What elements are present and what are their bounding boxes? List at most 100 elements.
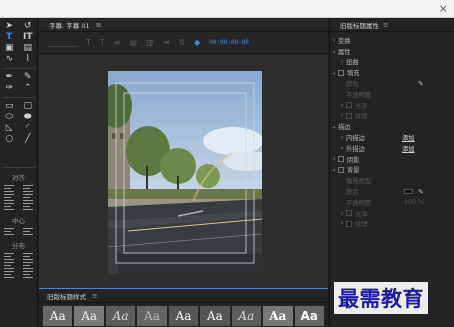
align-text-center-icon[interactable]: ▥ <box>146 38 154 47</box>
eyedropper-icon[interactable]: ✎ <box>418 188 424 196</box>
rectangle-tool-icon[interactable]: ▭ <box>3 102 15 112</box>
title-canvas[interactable] <box>39 55 328 288</box>
fill-checkbox[interactable] <box>338 69 344 76</box>
prop-bg-fill-type[interactable]: 填充类型 <box>330 175 454 186</box>
convert-anchor-tool-icon[interactable]: ⌃ <box>22 84 34 94</box>
background-checkbox[interactable] <box>338 166 344 173</box>
distribute-bottom-icon[interactable] <box>22 271 33 278</box>
prop-distort[interactable]: › 扭曲 <box>330 57 454 68</box>
prop-strokes[interactable]: ⌄ 描边 <box>330 121 454 132</box>
center-horizontal-icon[interactable] <box>4 228 15 235</box>
bg-texture-checkbox[interactable] <box>346 220 352 227</box>
prop-bg-sheen[interactable]: › 光泽 <box>330 208 454 219</box>
background-timecode[interactable]: 00:00:00:00 <box>209 39 249 46</box>
expanded-arrow-icon: ⌄ <box>331 123 337 131</box>
prop-bg-opacity[interactable]: 不透明度 100 % <box>330 197 454 208</box>
vertical-type-tool-icon[interactable]: IT <box>22 33 34 43</box>
prop-shadow[interactable]: › 阴影 <box>330 154 454 165</box>
prop-inner-stroke[interactable]: › 内描边 添加 <box>330 132 454 143</box>
roll-crawl-icon[interactable]: ⇅ <box>178 38 185 47</box>
line-tool-icon[interactable]: ╱ <box>22 135 34 145</box>
arc-tool-icon[interactable]: ◜ <box>22 124 34 134</box>
prop-bg-texture[interactable]: › 纹理 <box>330 219 454 230</box>
distribute-top-icon[interactable] <box>22 253 33 260</box>
font-family-dropdown[interactable] <box>47 39 77 47</box>
prop-fill[interactable]: ⌄ 填充 <box>330 67 454 78</box>
center-vertical-icon[interactable] <box>22 228 33 235</box>
rotation-tool-icon[interactable]: ↺ <box>22 22 34 32</box>
area-type-tool-icon[interactable]: ▣ <box>3 44 15 54</box>
add-inner-stroke-link[interactable]: 添加 <box>402 133 415 142</box>
texture-checkbox[interactable] <box>346 112 352 119</box>
expanded-arrow-icon: ⌄ <box>331 166 337 174</box>
prop-outer-stroke[interactable]: › 外描边 添加 <box>330 143 454 154</box>
collapsed-arrow-icon: › <box>340 220 344 228</box>
eyedropper-icon[interactable]: ✎ <box>418 80 424 88</box>
tab-title-01[interactable]: 字幕: 字幕 01 <box>49 20 90 30</box>
rounded-corner-rectangle-tool-icon[interactable]: ⬬ <box>22 113 34 123</box>
collapsed-arrow-icon: › <box>340 58 344 66</box>
properties-panel-menu-icon[interactable]: ≡ <box>383 21 388 29</box>
style-swatch[interactable]: Aa <box>137 306 167 326</box>
distribute-middle-icon[interactable] <box>22 262 33 269</box>
prop-texture[interactable]: › 纹理 <box>330 111 454 122</box>
prop-transform[interactable]: › 变换 <box>330 35 454 46</box>
align-text-left-icon[interactable]: ▤ <box>129 38 137 47</box>
sheen-checkbox[interactable] <box>346 102 352 109</box>
close-icon[interactable]: × <box>439 2 448 15</box>
style-swatch[interactable]: Aa <box>200 306 230 326</box>
selection-tool-icon[interactable]: ➤ <box>3 22 15 32</box>
title-styles-panel: 旧版标题样式 ≡ Aa Aa Aa Aa Aa Aa Aa Aa Aa <box>39 288 328 327</box>
type-tool-icon[interactable]: T <box>3 33 15 43</box>
style-swatch[interactable]: Aa <box>43 306 73 326</box>
add-anchor-tool-icon[interactable]: ✑ <box>3 84 15 94</box>
distribute-center-icon[interactable] <box>4 262 15 269</box>
vertical-path-type-tool-icon[interactable]: ⌇ <box>22 55 34 65</box>
distribute-left-icon[interactable] <box>4 253 15 260</box>
shadow-checkbox[interactable] <box>338 156 344 163</box>
prop-fill-type[interactable]: 颜色 ✎ <box>330 78 454 89</box>
align-left-icon[interactable] <box>4 185 15 192</box>
panel-menu-icon[interactable]: ≡ <box>96 21 102 29</box>
title-properties-panel: 旧版标题属性 ≡ › 变换 ⌄ 属性 › 扭曲 ⌄ 填充 颜色 ✎ 不透明度 ›… <box>329 18 454 327</box>
rounded-rectangle-tool-icon[interactable]: ▢ <box>22 102 34 112</box>
align-horizontal-center-icon[interactable] <box>4 194 15 201</box>
tab-stops-icon[interactable]: ⇥ <box>163 38 170 47</box>
add-outer-stroke-link[interactable]: 添加 <box>402 144 415 153</box>
pen-tool-icon[interactable]: ✒ <box>3 73 15 83</box>
style-swatch[interactable]: Aa <box>74 306 104 326</box>
style-swatch[interactable]: Aa <box>168 306 199 326</box>
prop-properties[interactable]: ⌄ 属性 <box>330 46 454 57</box>
bg-sheen-checkbox[interactable] <box>346 210 352 217</box>
styles-panel-title: 旧版标题样式 <box>47 292 86 301</box>
vertical-area-type-tool-icon[interactable]: ▤ <box>22 44 34 54</box>
collapsed-arrow-icon: › <box>340 144 344 152</box>
background-video-icon[interactable]: ◆ <box>194 38 200 47</box>
align-top-icon[interactable] <box>22 185 33 192</box>
styles-panel-menu-icon[interactable]: ≡ <box>92 292 97 300</box>
style-swatch[interactable]: Aa <box>231 306 262 326</box>
prop-background[interactable]: ⌄ 背景 <box>330 165 454 176</box>
distribute-right-icon[interactable] <box>4 271 15 278</box>
ellipse-tool-icon[interactable]: ○ <box>3 135 15 145</box>
style-swatch[interactable]: Aa <box>263 306 293 326</box>
font-size-icon[interactable]: T <box>86 38 91 47</box>
align-right-icon[interactable] <box>4 203 15 210</box>
bg-color-swatch[interactable] <box>404 189 413 195</box>
align-bottom-icon[interactable] <box>22 203 33 210</box>
wedge-tool-icon[interactable]: ◺ <box>3 124 15 134</box>
delete-anchor-tool-icon[interactable]: ✎ <box>22 73 34 83</box>
kerning-icon[interactable]: T <box>100 38 105 47</box>
path-type-tool-icon[interactable]: ∿ <box>3 55 15 65</box>
properties-panel-title: 旧版标题属性 <box>340 21 379 30</box>
clipped-rectangle-tool-icon[interactable]: ⬭ <box>3 113 15 123</box>
leading-icon[interactable]: ≡ <box>114 38 121 47</box>
bg-opacity-value[interactable]: 100 % <box>404 199 424 206</box>
title-editor-panel: 字幕: 字幕 01 ≡ T T ≡ ▤ ▥ ⇥ ⇅ ◆ 00:00:00:00 <box>39 18 328 288</box>
style-swatch[interactable]: Aa <box>294 306 324 326</box>
prop-fill-opacity[interactable]: 不透明度 <box>330 89 454 100</box>
style-swatch[interactable]: Aa <box>105 306 136 326</box>
prop-sheen[interactable]: › 光泽 <box>330 100 454 111</box>
align-vertical-center-icon[interactable] <box>22 194 33 201</box>
prop-bg-color[interactable]: 颜色 ✎ <box>330 186 454 197</box>
